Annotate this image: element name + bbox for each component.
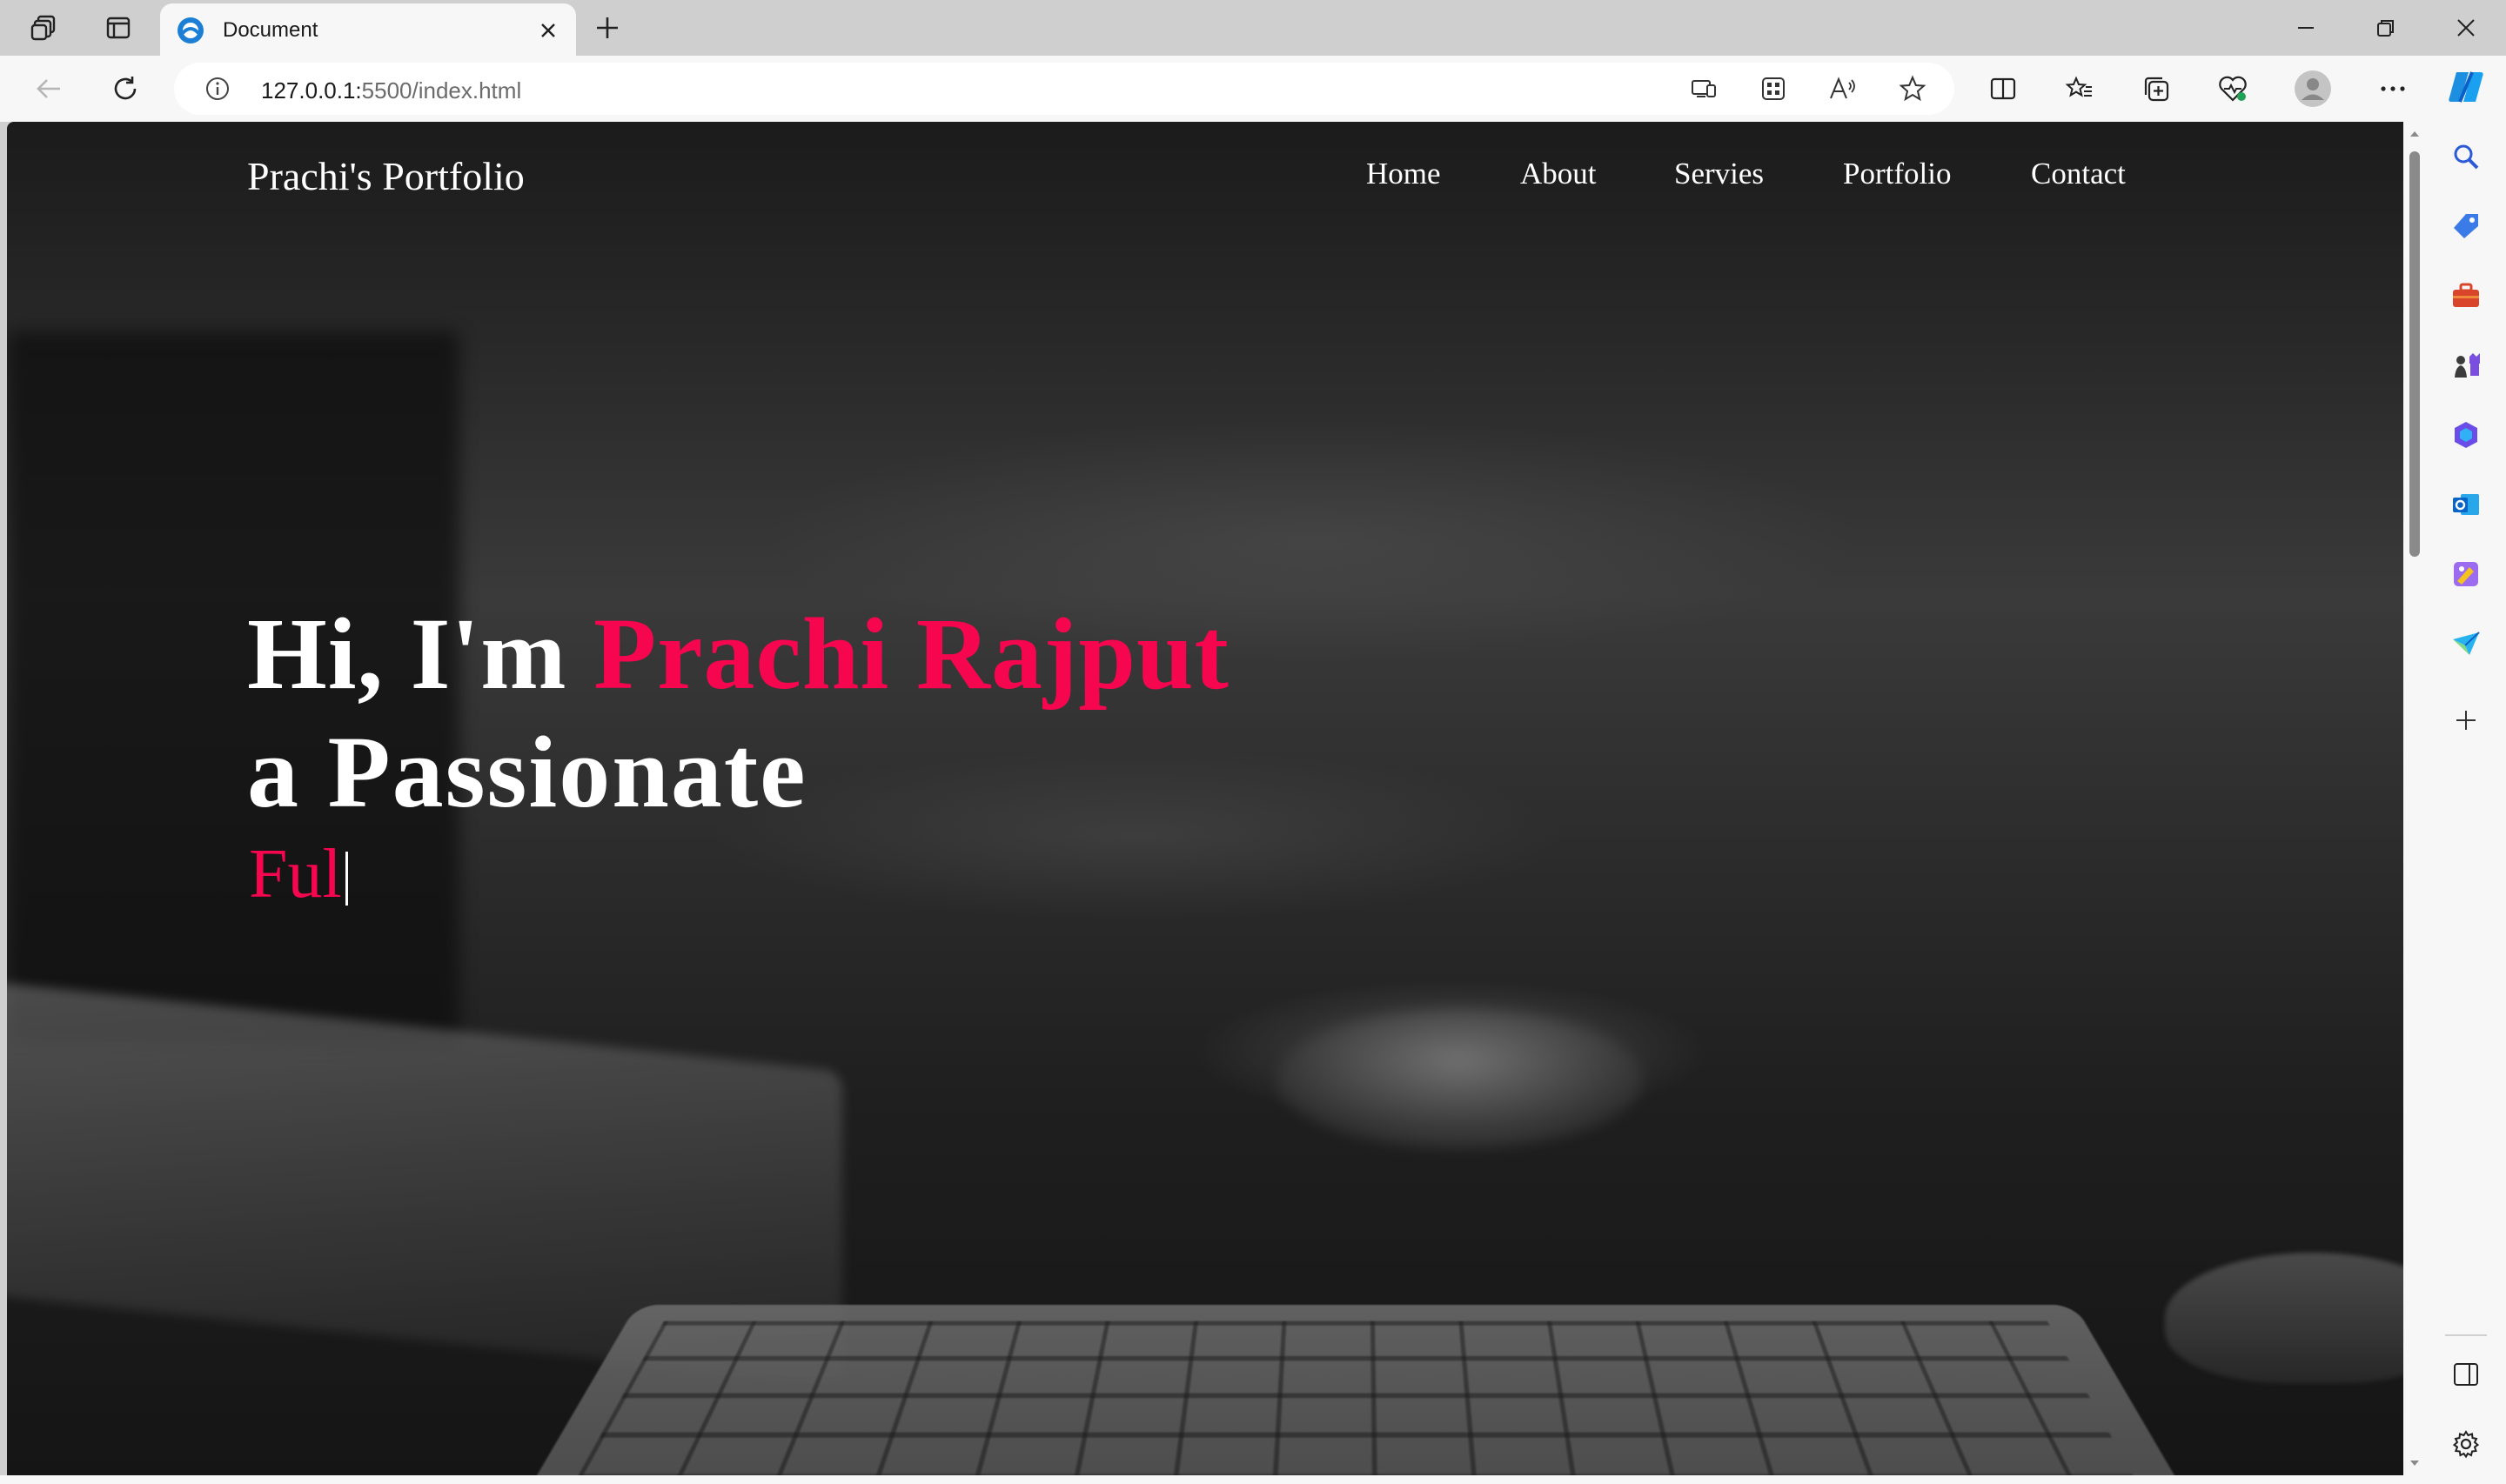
back-arrow-icon[interactable] [26, 68, 71, 110]
hero-greeting: Hi, I'm [247, 597, 594, 711]
background-mouse [2165, 1253, 2403, 1383]
refresh-icon[interactable] [103, 68, 148, 110]
scroll-down-icon[interactable] [2408, 1456, 2422, 1470]
designer-icon[interactable] [2445, 553, 2487, 595]
close-tab-icon[interactable] [533, 15, 564, 46]
shopping-tag-icon[interactable] [2445, 205, 2487, 247]
sidebar-divider [2445, 1334, 2487, 1336]
tab-actions-icon[interactable] [97, 9, 139, 47]
more-menu-icon[interactable] [2370, 68, 2416, 110]
edge-favicon-icon [176, 16, 205, 45]
nav-about[interactable]: About [1520, 157, 1597, 191]
games-chess-icon[interactable] [2445, 344, 2487, 386]
app-available-icon[interactable] [1683, 70, 1725, 108]
edge-sidebar [2426, 56, 2506, 1484]
read-aloud-icon[interactable] [1822, 70, 1864, 108]
collections-icon[interactable] [2134, 68, 2179, 110]
favorites-icon[interactable] [2057, 68, 2102, 110]
typed-text: Ful [249, 835, 348, 914]
search-icon[interactable] [2445, 136, 2487, 177]
restore-icon[interactable] [2344, 0, 2428, 56]
send-drop-icon[interactable] [2445, 623, 2487, 665]
nav-portfolio[interactable]: Portfolio [1843, 157, 1951, 191]
page-scrollbar[interactable] [2403, 122, 2426, 1475]
nav-contact[interactable]: Contact [2031, 157, 2126, 191]
microsoft-365-icon[interactable] [2445, 414, 2487, 456]
tab-document[interactable]: Document [160, 3, 576, 56]
hero-name: Prachi Rajput [593, 597, 1230, 711]
sidebar-settings-gear-icon[interactable] [2445, 1423, 2487, 1465]
browser-essentials-icon[interactable] [2210, 68, 2255, 110]
new-tab-button[interactable] [586, 9, 628, 47]
nav-services[interactable]: Servies [1674, 157, 1764, 191]
close-window-icon[interactable] [2424, 0, 2506, 56]
site-info-icon[interactable] [197, 70, 238, 108]
workspaces-icon[interactable] [24, 9, 66, 47]
apps-grid-icon[interactable] [1752, 70, 1794, 108]
favorite-star-icon[interactable] [1892, 70, 1933, 108]
hide-sidebar-icon[interactable] [2445, 1354, 2487, 1395]
copilot-icon[interactable] [2445, 66, 2487, 108]
url-text: 127.0.0.1:5500/index.html [261, 77, 522, 104]
scroll-up-icon[interactable] [2408, 127, 2422, 141]
browser-toolbar: 127.0.0.1:5500/index.html [0, 56, 2506, 122]
tab-strip: Document [0, 0, 2506, 56]
background-cup [1277, 1009, 1643, 1148]
page-viewport: Prachi's Portfolio Home About Servies Po… [7, 122, 2403, 1475]
tab-title: Document [223, 18, 318, 42]
hero-subheading: a Passionate [247, 715, 807, 829]
outlook-icon[interactable] [2445, 484, 2487, 525]
site-logo[interactable]: Prachi's Portfolio [247, 153, 525, 199]
minimize-icon[interactable] [2264, 0, 2348, 56]
nav-home[interactable]: Home [1366, 157, 1441, 191]
address-bar[interactable]: 127.0.0.1:5500/index.html [174, 63, 1954, 115]
tools-briefcase-icon[interactable] [2445, 275, 2487, 317]
typing-cursor [345, 852, 348, 906]
profile-avatar[interactable] [2290, 68, 2335, 110]
scrollbar-thumb[interactable] [2409, 151, 2420, 557]
split-screen-icon[interactable] [1980, 68, 2026, 110]
add-sidebar-app-icon[interactable] [2445, 699, 2487, 741]
hero-heading: Hi, I'm Prachi Rajput [247, 595, 1230, 713]
background-keyboard [494, 1304, 2217, 1475]
window-bottom-edge [0, 1475, 2426, 1484]
